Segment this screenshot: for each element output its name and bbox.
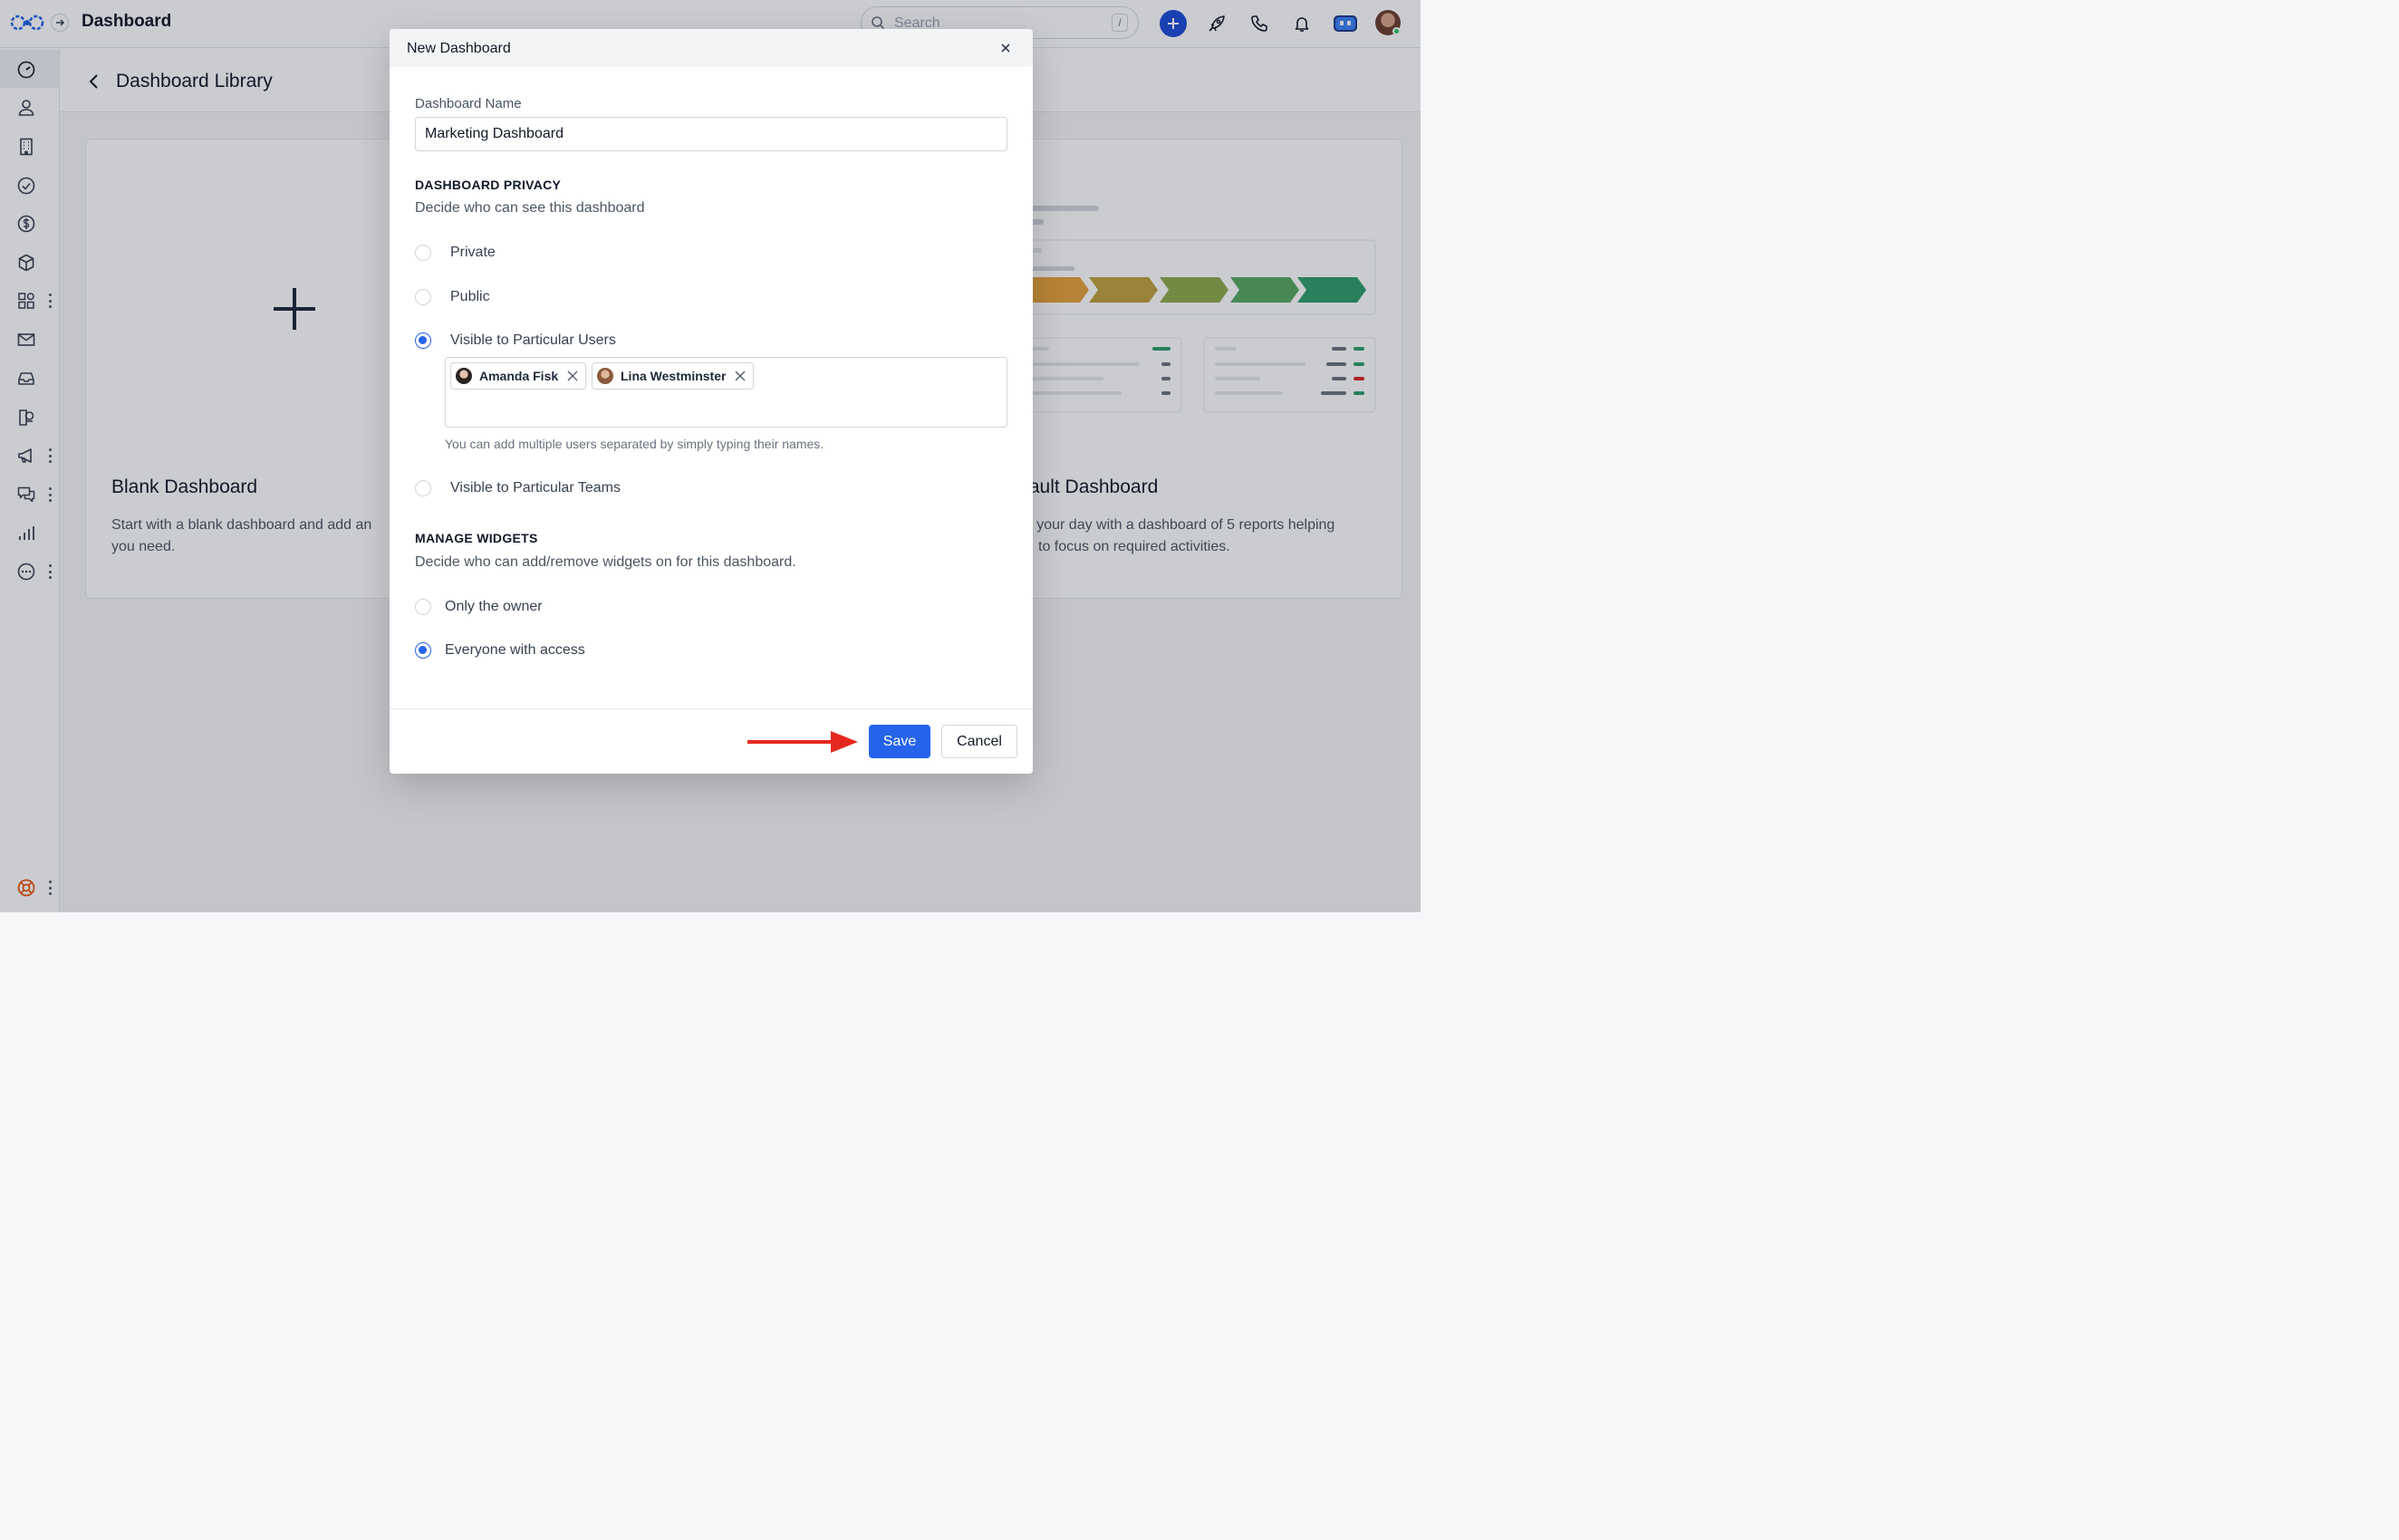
privacy-description: Decide who can see this dashboard: [415, 200, 645, 216]
dashboard-name-label: Dashboard Name: [415, 96, 522, 111]
radio-particular-users[interactable]: [415, 332, 431, 349]
widgets-heading: MANAGE WIDGETS: [415, 531, 538, 545]
radio-label-particular-users[interactable]: Visible to Particular Users: [450, 332, 616, 349]
radio-particular-teams[interactable]: [415, 480, 431, 496]
user-chip-name: Amanda Fisk: [479, 369, 559, 383]
radio-everyone-with-access[interactable]: [415, 642, 431, 659]
cancel-button[interactable]: Cancel: [941, 725, 1017, 758]
radio-public[interactable]: [415, 289, 431, 305]
dashboard-name-input[interactable]: [415, 117, 1007, 151]
modal-header: New Dashboard: [390, 29, 1033, 67]
radio-label-everyone-with-access[interactable]: Everyone with access: [445, 642, 585, 659]
user-chip-name: Lina Westminster: [621, 369, 727, 383]
remove-chip-icon[interactable]: [567, 371, 578, 381]
close-icon[interactable]: [998, 41, 1013, 55]
radio-label-private[interactable]: Private: [450, 245, 496, 261]
avatar: [456, 368, 472, 384]
avatar: [597, 368, 613, 384]
user-chip: Amanda Fisk: [450, 362, 587, 390]
radio-label-public[interactable]: Public: [450, 289, 490, 305]
widgets-description: Decide who can add/remove widgets on for…: [415, 554, 796, 570]
users-hint: You can add multiple users separated by …: [445, 437, 824, 451]
modal-title: New Dashboard: [407, 41, 511, 56]
radio-label-particular-teams[interactable]: Visible to Particular Teams: [450, 480, 621, 496]
radio-private[interactable]: [415, 245, 431, 261]
annotation-arrow: [747, 731, 858, 753]
new-dashboard-modal: New Dashboard Dashboard Name DASHBOARD P…: [390, 29, 1033, 774]
radio-label-only-owner[interactable]: Only the owner: [445, 599, 543, 615]
radio-only-owner[interactable]: [415, 599, 431, 615]
save-button[interactable]: Save: [869, 725, 930, 758]
remove-chip-icon[interactable]: [735, 371, 746, 381]
user-chip: Lina Westminster: [592, 362, 755, 390]
modal-footer: [390, 708, 1033, 774]
privacy-heading: DASHBOARD PRIVACY: [415, 178, 562, 192]
users-picker-input[interactable]: Amanda Fisk Lina Westminster: [445, 357, 1007, 428]
